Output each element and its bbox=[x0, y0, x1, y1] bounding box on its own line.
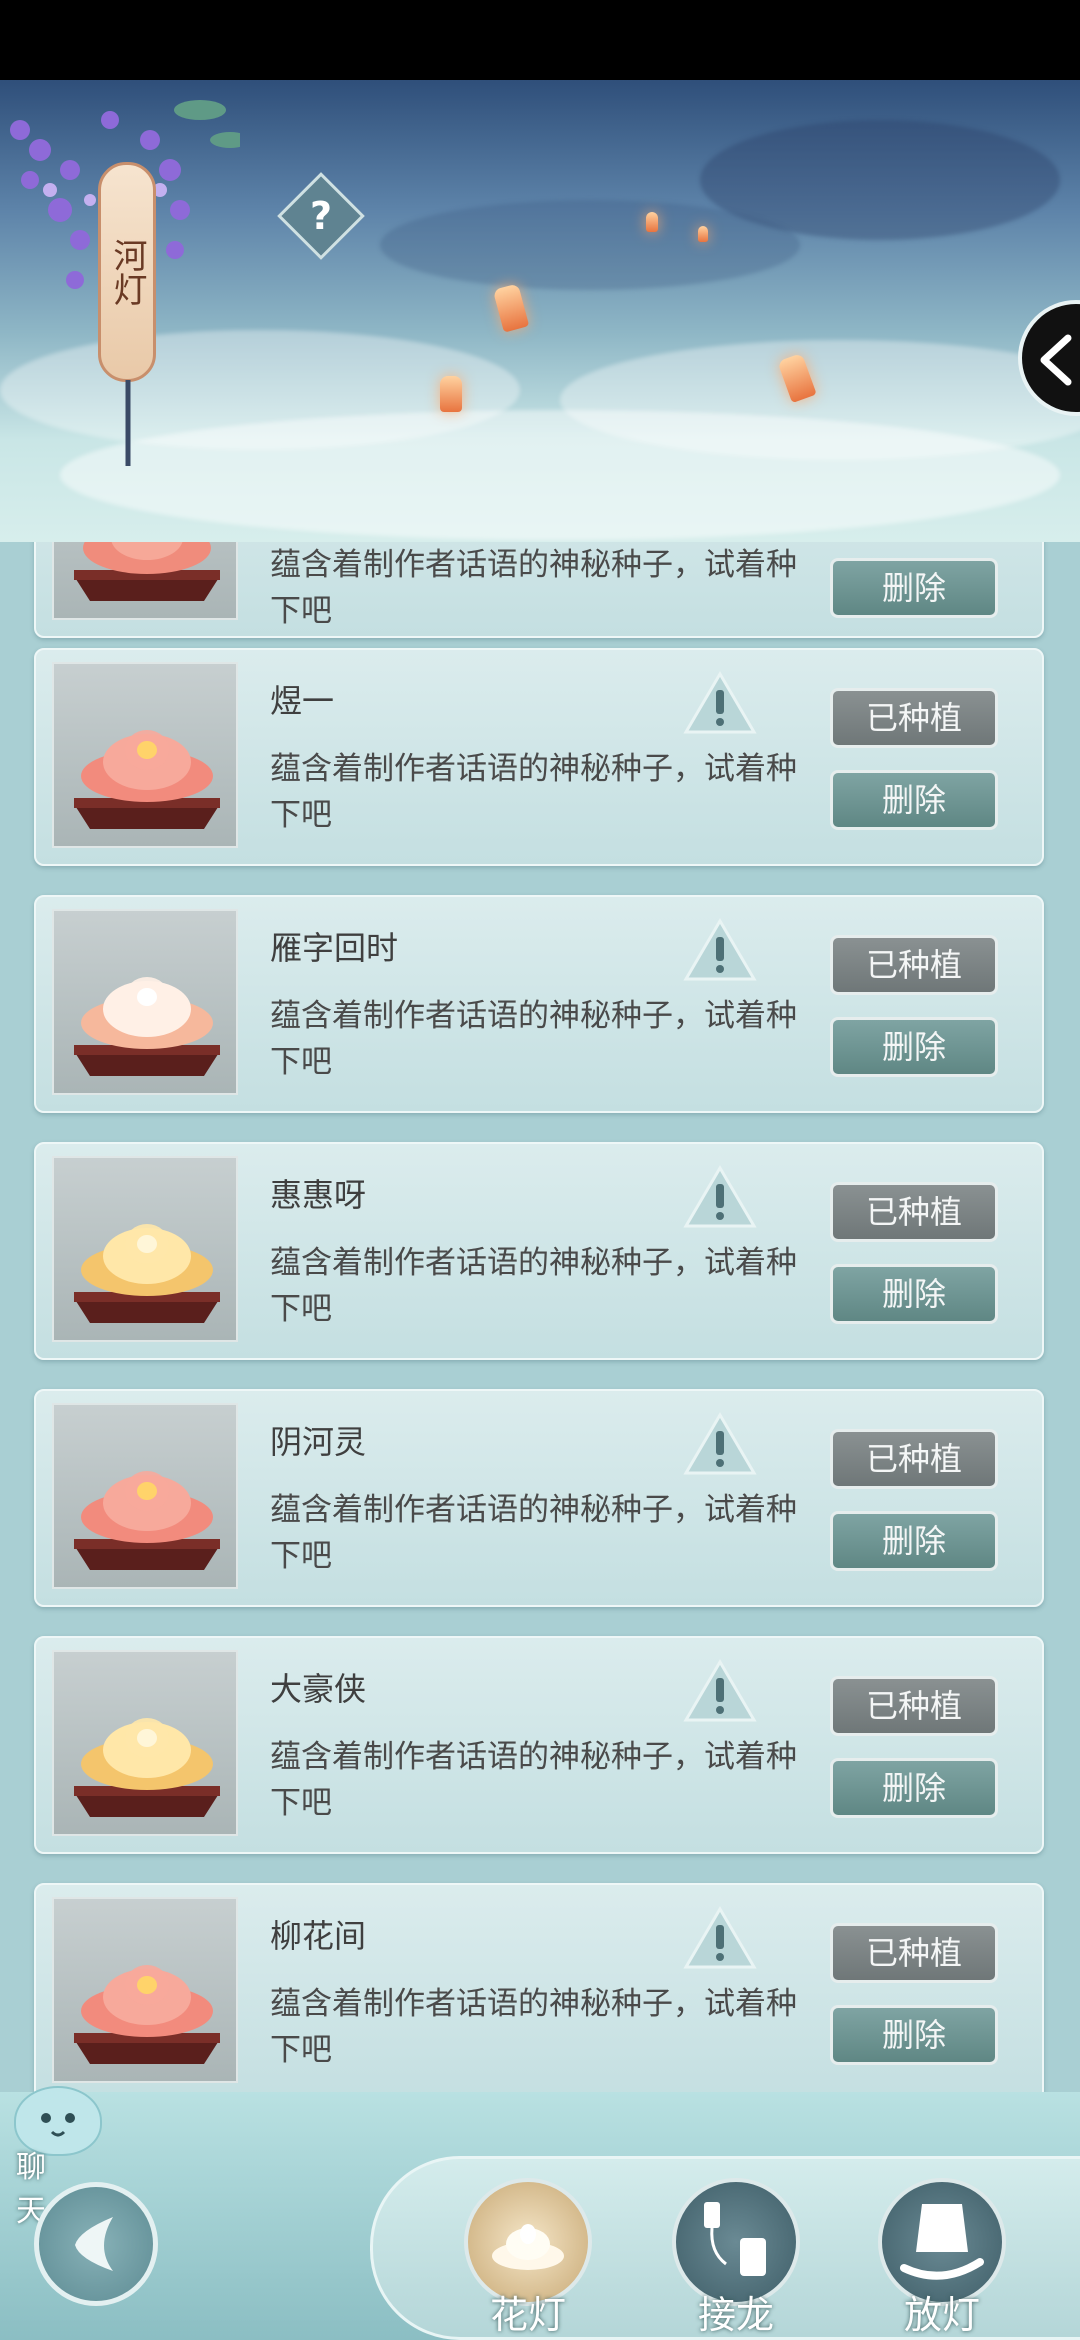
river-lantern-title-tag: 河灯 bbox=[98, 162, 156, 382]
item-description: 蕴含着制作者话语的神秘种子，试着种下吧 bbox=[270, 998, 797, 1080]
delete-button[interactable]: 删除 bbox=[830, 2005, 998, 2065]
planted-button[interactable]: 已种植 bbox=[830, 688, 998, 748]
back-arrow-icon bbox=[75, 2217, 113, 2271]
list-item: 蕴含着制作者话语的神秘种子，试着种下吧 删除 bbox=[34, 542, 1044, 638]
chevron-left-icon bbox=[1040, 334, 1072, 386]
lotus-lantern-thumbnail bbox=[52, 909, 238, 1095]
item-description: 蕴含着制作者话语的神秘种子，试着种下吧 bbox=[270, 547, 797, 629]
item-description: 蕴含着制作者话语的神秘种子，试着种下吧 bbox=[270, 1245, 797, 1327]
delete-button[interactable]: 删除 bbox=[830, 1511, 998, 1571]
delete-button[interactable]: 删除 bbox=[830, 558, 998, 618]
sky-lantern-decoration bbox=[492, 283, 530, 333]
report-warning-icon[interactable] bbox=[682, 917, 758, 983]
report-warning-icon[interactable] bbox=[682, 1905, 758, 1971]
help-button[interactable]: ? bbox=[277, 172, 365, 260]
item-name: 惠惠呀 bbox=[270, 1176, 367, 1214]
tab-label: 放灯 bbox=[903, 2293, 980, 2337]
item-description: 蕴含着制作者话语的神秘种子，试着种下吧 bbox=[270, 1986, 797, 2068]
item-name: 大豪侠 bbox=[270, 1670, 367, 1708]
lotus-lantern-thumbnail bbox=[52, 1156, 238, 1342]
question-mark-icon: ? bbox=[309, 194, 333, 238]
tab-label: 花灯 bbox=[489, 2293, 566, 2337]
list-item: 惠惠呀蕴含着制作者话语的神秘种子，试着种下吧 已种植删除 bbox=[34, 1142, 1044, 1360]
lotus-lantern-thumbnail bbox=[52, 542, 238, 620]
lotus-lantern-thumbnail bbox=[52, 1897, 238, 2083]
report-warning-icon[interactable] bbox=[682, 670, 758, 736]
planted-button[interactable]: 已种植 bbox=[830, 1182, 998, 1242]
list-item: 雁字回时蕴含着制作者话语的神秘种子，试着种下吧 已种植删除 bbox=[34, 895, 1044, 1113]
lotus-lantern-thumbnail bbox=[52, 662, 238, 848]
sky-lantern-decoration bbox=[646, 212, 658, 232]
delete-button[interactable]: 删除 bbox=[830, 1264, 998, 1324]
planted-button[interactable]: 已种植 bbox=[830, 935, 998, 995]
tassel-icon bbox=[125, 380, 131, 466]
item-description: 蕴含着制作者话语的神秘种子，试着种下吧 bbox=[270, 1492, 797, 1574]
sky-lantern-decoration bbox=[440, 376, 462, 412]
delete-button[interactable]: 删除 bbox=[830, 1017, 998, 1077]
report-warning-icon[interactable] bbox=[682, 1411, 758, 1477]
delete-button[interactable]: 删除 bbox=[830, 770, 998, 830]
planted-button[interactable]: 已种植 bbox=[830, 1923, 998, 1983]
tab-label: 接龙 bbox=[697, 2293, 774, 2337]
item-description: 蕴含着制作者话语的神秘种子，试着种下吧 bbox=[270, 1739, 797, 1821]
item-name: 煜一 bbox=[270, 682, 335, 720]
status-bar bbox=[0, 0, 1080, 80]
delete-button[interactable]: 删除 bbox=[830, 1758, 998, 1818]
sky-lantern-decoration bbox=[698, 226, 708, 242]
return-button[interactable] bbox=[34, 2182, 158, 2306]
lotus-lantern-thumbnail bbox=[52, 1403, 238, 1589]
list-item: 煜一蕴含着制作者话语的神秘种子，试着种下吧 已种植删除 bbox=[34, 648, 1044, 866]
header-banner: 河灯 ? bbox=[0, 80, 1080, 542]
item-name: 柳花间 bbox=[270, 1917, 367, 1955]
lantern-list[interactable]: 蕴含着制作者话语的神秘种子，试着种下吧 删除 煜一蕴含着制作者话语的神秘种子，试… bbox=[0, 542, 1080, 2092]
list-item: 阴河灵蕴含着制作者话语的神秘种子，试着种下吧 已种植删除 bbox=[34, 1389, 1044, 1607]
item-description: 蕴含着制作者话语的神秘种子，试着种下吧 bbox=[270, 751, 797, 833]
planted-button[interactable]: 已种植 bbox=[830, 1676, 998, 1736]
report-warning-icon[interactable] bbox=[682, 1164, 758, 1230]
bottom-navigation: 花灯 接龙 放灯 bbox=[0, 2092, 1080, 2340]
list-item: 大豪侠蕴含着制作者话语的神秘种子，试着种下吧 已种植删除 bbox=[34, 1636, 1044, 1854]
item-name: 阴河灵 bbox=[270, 1423, 367, 1461]
item-name: 雁字回时 bbox=[270, 929, 399, 967]
list-item: 柳花间蕴含着制作者话语的神秘种子，试着种下吧 已种植删除 bbox=[34, 1883, 1044, 2092]
planted-button[interactable]: 已种植 bbox=[830, 1429, 998, 1489]
lotus-lantern-thumbnail bbox=[52, 1650, 238, 1836]
report-warning-icon[interactable] bbox=[682, 1658, 758, 1724]
